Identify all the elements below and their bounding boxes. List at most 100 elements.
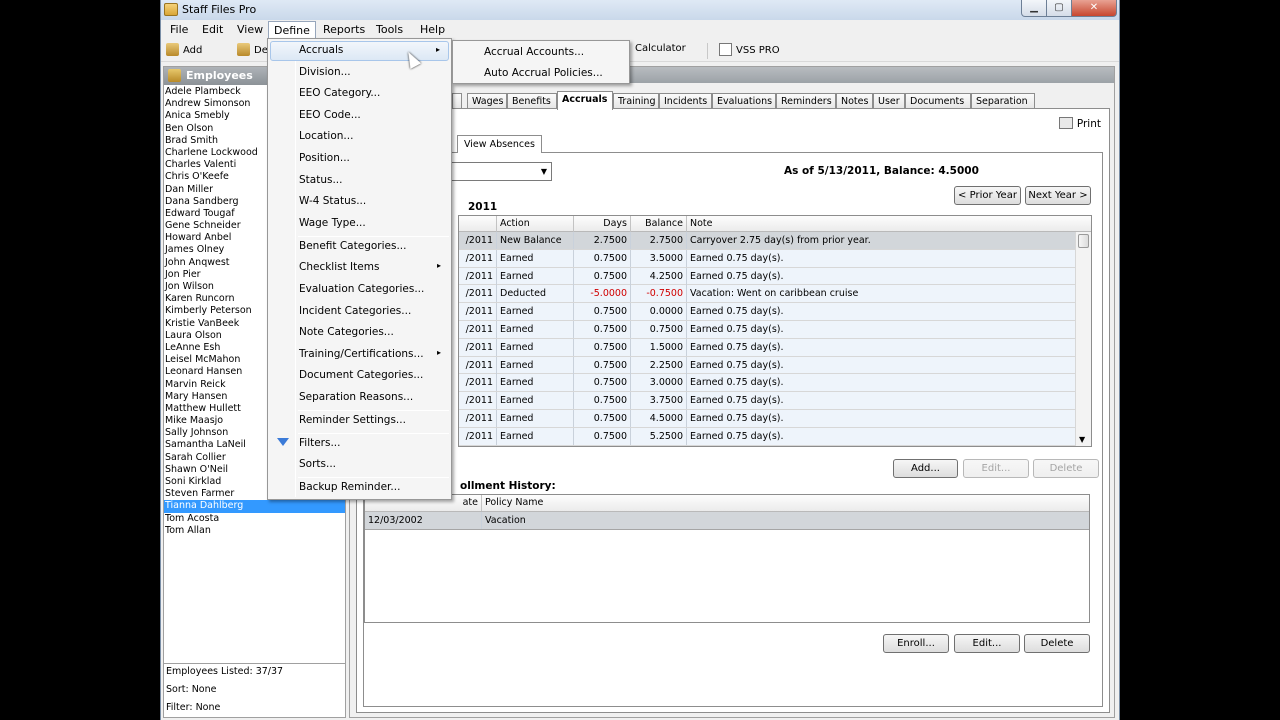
enrollment-history-label: ollment History:: [460, 480, 556, 492]
menu-item-accrual-accounts[interactable]: Accrual Accounts...: [455, 43, 627, 63]
menu-item-benefit-categories[interactable]: Benefit Categories...: [270, 237, 449, 257]
minimize-button[interactable]: ▁: [1021, 0, 1047, 17]
menu-item-incident-categories[interactable]: Incident Categories...: [270, 302, 449, 322]
table-row[interactable]: /2011 Earned 0.7500 3.5000 Earned 0.75 day(s…: [459, 249, 1077, 268]
menu-bar: File Edit View Define Reports Tools Help: [161, 20, 1119, 40]
table-row[interactable]: /2011 Earned 0.7500 4.5000 Earned 0.75 day(s…: [459, 410, 1077, 428]
maximize-button[interactable]: ▢: [1046, 0, 1072, 17]
list-item[interactable]: Tom Allan: [164, 525, 345, 537]
tab-training[interactable]: Training: [613, 93, 659, 109]
menu-item-note-categories[interactable]: Note Categories...: [270, 323, 449, 343]
menu-item-checklist-items[interactable]: Checklist Items ▸: [270, 258, 449, 278]
menu-tools[interactable]: Tools: [373, 23, 406, 36]
table-row[interactable]: /2011 Earned 0.7500 4.2500 Earned 0.75 day(s…: [459, 267, 1077, 286]
calculator-toolbar-button[interactable]: Calculator: [635, 43, 686, 54]
close-button[interactable]: ✕: [1071, 0, 1117, 17]
employees-listed: Employees Listed: 37/37: [166, 666, 284, 677]
action-cell: Earned: [497, 392, 574, 410]
menu-item-label: Sorts...: [299, 458, 337, 471]
delete-accrual-button[interactable]: Delete: [1033, 459, 1099, 478]
balance-cell: 3.0000: [631, 374, 687, 392]
menu-item-sorts[interactable]: Sorts...: [270, 455, 449, 475]
menu-item-label: Document Categories...: [299, 369, 424, 382]
note-cell: Earned 0.75 day(s).: [690, 306, 784, 318]
accrual-ledger-grid[interactable]: Action Days Balance Note /2011 New Balanc…: [458, 215, 1092, 447]
delete-enrollment-button[interactable]: Delete: [1024, 634, 1090, 653]
list-item[interactable]: Tom Acosta: [164, 513, 345, 525]
date-cell: /2011: [459, 321, 497, 338]
menu-item-eeo-code[interactable]: EEO Code...: [270, 106, 449, 126]
menu-edit[interactable]: Edit: [199, 23, 226, 36]
table-row[interactable]: /2011 New Balance 2.7500 2.7500 Carryover 2.…: [459, 232, 1077, 250]
tab-documents[interactable]: Documents: [905, 93, 971, 109]
table-row[interactable]: /2011 Earned 0.7500 2.2500 Earned 0.75 day(s…: [459, 356, 1077, 375]
table-row[interactable]: /2011 Earned 0.7500 1.5000 Earned 0.75 day(s…: [459, 338, 1077, 357]
tab-reminders[interactable]: Reminders: [776, 93, 836, 109]
table-row[interactable]: /2011 Deducted -5.0000 -0.7500 Vacation: Wen…: [459, 285, 1077, 304]
tab-separation[interactable]: Separation: [971, 93, 1035, 109]
table-row[interactable]: /2011 Earned 0.7500 3.0000 Earned 0.75 day(s…: [459, 374, 1077, 393]
tab-evaluations[interactable]: Evaluations: [712, 93, 776, 109]
menu-reports[interactable]: Reports: [320, 23, 368, 36]
next-year-button[interactable]: Next Year >: [1025, 186, 1091, 205]
enrollment-grid[interactable]: ate Policy Name 12/03/2002 Vacation: [364, 494, 1090, 623]
days-cell: 0.7500: [574, 427, 631, 445]
tab-partial[interactable]: [452, 93, 462, 109]
enroll-button[interactable]: Enroll...: [883, 634, 949, 653]
menu-item-document-categories[interactable]: Document Categories...: [270, 366, 449, 386]
add-toolbar-button[interactable]: Add: [166, 43, 202, 56]
prior-year-button[interactable]: < Prior Year: [954, 186, 1021, 205]
tab-notes[interactable]: Notes: [836, 93, 873, 109]
view-absences-tab[interactable]: View Absences: [457, 135, 542, 153]
menu-item-position[interactable]: Position...: [270, 149, 449, 169]
vss-pro-toolbar-button[interactable]: VSS PRO: [719, 43, 780, 56]
title-bar[interactable]: Staff Files Pro ▁ ▢ ✕: [161, 0, 1119, 20]
edit-enrollment-button[interactable]: Edit...: [954, 634, 1020, 653]
menu-item-accruals[interactable]: Accruals ▸: [270, 41, 449, 61]
menu-item-location[interactable]: Location...: [270, 127, 449, 147]
menu-item-label: Backup Reminder...: [299, 481, 401, 494]
menu-item-wage-type[interactable]: Wage Type...: [270, 214, 449, 234]
print-button[interactable]: Print: [1058, 117, 1101, 130]
menu-item-reminder-settings[interactable]: Reminder Settings...: [270, 411, 449, 431]
menu-view[interactable]: View: [234, 23, 266, 36]
tab-user[interactable]: User: [873, 93, 905, 109]
days-cell: 0.7500: [574, 303, 631, 321]
tab-incidents[interactable]: Incidents: [659, 93, 712, 109]
table-row[interactable]: /2011 Earned 0.7500 5.2500 Earned 0.75 day(s…: [459, 427, 1077, 446]
date-cell: /2011: [459, 285, 497, 303]
menu-item-training-certifications[interactable]: Training/Certifications... ▸: [270, 345, 449, 365]
tab-wages[interactable]: Wages: [467, 93, 507, 109]
menu-file[interactable]: File: [167, 23, 191, 36]
action-cell: Earned: [497, 321, 574, 338]
list-item[interactable]: Tianna Dahlberg: [164, 500, 345, 513]
table-row[interactable]: /2011 Earned 0.7500 0.0000 Earned 0.75 day(s…: [459, 303, 1077, 321]
balance-cell: 3.7500: [631, 392, 687, 410]
menu-item-w4-status[interactable]: W-4 Status...: [270, 192, 449, 212]
scroll-down-icon[interactable]: ▼: [1079, 435, 1085, 444]
tab-benefits[interactable]: Benefits: [507, 93, 557, 109]
menu-item-eeo-category[interactable]: EEO Category...: [270, 84, 449, 104]
menu-help[interactable]: Help: [417, 23, 448, 36]
accruals-submenu: Accrual Accounts... Auto Accrual Policie…: [452, 40, 630, 84]
enrollment-header: ate Policy Name: [365, 495, 1089, 512]
date-cell: /2011: [459, 232, 497, 249]
menu-item-filters[interactable]: Filters...: [270, 434, 449, 454]
menu-item-separation-reasons[interactable]: Separation Reasons...: [270, 388, 449, 408]
table-row[interactable]: 12/03/2002 Vacation: [365, 512, 1089, 530]
table-row[interactable]: /2011 Earned 0.7500 0.7500 Earned 0.75 day(s…: [459, 321, 1077, 339]
scrollbar-thumb[interactable]: [1078, 234, 1089, 248]
table-row[interactable]: /2011 Earned 0.7500 3.7500 Earned 0.75 day(s…: [459, 392, 1077, 410]
ledger-scrollbar[interactable]: ▼: [1075, 232, 1091, 446]
days-cell: 0.7500: [574, 392, 631, 410]
menu-item-status[interactable]: Status...: [270, 171, 449, 191]
menu-item-division[interactable]: Division...: [270, 63, 449, 83]
menu-item-evaluation-categories[interactable]: Evaluation Categories...: [270, 280, 449, 300]
edit-accrual-button[interactable]: Edit...: [963, 459, 1029, 478]
delete-toolbar-button[interactable]: De: [237, 43, 268, 56]
add-accrual-button[interactable]: Add...: [893, 459, 958, 478]
menu-item-auto-accrual-policies[interactable]: Auto Accrual Policies...: [455, 64, 627, 84]
action-cell: Earned: [497, 410, 574, 427]
menu-item-backup-reminder[interactable]: Backup Reminder...: [270, 478, 449, 498]
tab-accruals[interactable]: Accruals: [557, 91, 613, 110]
